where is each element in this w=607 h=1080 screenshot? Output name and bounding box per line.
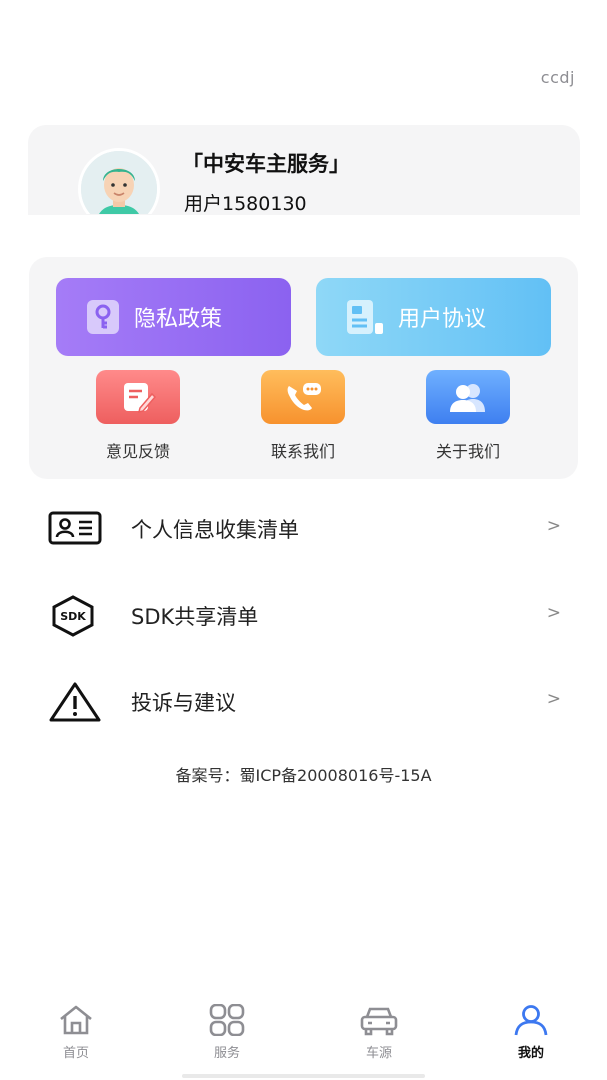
avatar[interactable] xyxy=(78,148,160,214)
sdk-icon: SDK xyxy=(48,595,98,641)
contact-us-item[interactable]: 联系我们 xyxy=(243,370,363,462)
icp-record: 备案号：蜀ICP备20008016号-15A xyxy=(175,766,432,785)
users-icon xyxy=(426,370,510,424)
user-icon xyxy=(512,1005,550,1040)
grid-icon xyxy=(208,1003,246,1040)
phone-chat-icon xyxy=(261,370,345,424)
user-agreement-label: 用户协议 xyxy=(398,307,487,332)
feedback-label: 意见反馈 xyxy=(105,442,170,461)
tab-label: 车源 xyxy=(365,1046,392,1061)
privacy-policy-button[interactable]: 隐私政策 xyxy=(56,278,291,356)
chevron-right-icon: > xyxy=(546,603,561,623)
tab-cars[interactable]: 车源 xyxy=(319,1004,439,1061)
tab-label: 首页 xyxy=(62,1046,89,1061)
key-icon xyxy=(86,299,120,335)
top-right-label: ccdj xyxy=(540,68,575,87)
tab-home[interactable]: 首页 xyxy=(16,1004,136,1061)
menu-item-label: 投诉与建议 xyxy=(131,691,236,715)
sdk-icon-text: SDK xyxy=(60,610,86,623)
app-name: 「中安车主服务」 xyxy=(182,152,350,176)
tab-label: 服务 xyxy=(213,1046,240,1061)
feedback-item[interactable]: 意见反馈 xyxy=(78,370,198,462)
menu-item-sdk-list[interactable]: SDK SDK共享清单 > xyxy=(0,585,607,645)
car-icon xyxy=(359,1007,399,1040)
tab-label: 我的 xyxy=(517,1046,544,1061)
user-name: 用户1580130 xyxy=(184,193,307,215)
id-card-icon xyxy=(48,508,102,552)
tab-mine[interactable]: 我的 xyxy=(471,1004,591,1061)
menu-item-label: SDK共享清单 xyxy=(131,605,259,629)
chevron-right-icon: > xyxy=(546,689,561,709)
home-icon xyxy=(57,1005,95,1040)
document-icon xyxy=(346,299,384,335)
user-agreement-button[interactable]: 用户协议 xyxy=(316,278,551,356)
contact-us-label: 联系我们 xyxy=(270,442,335,461)
menu-item-complaint[interactable]: 投诉与建议 > xyxy=(0,671,607,731)
privacy-policy-label: 隐私政策 xyxy=(134,307,223,332)
about-us-label: 关于我们 xyxy=(435,442,500,461)
chevron-right-icon: > xyxy=(546,516,561,536)
tab-services[interactable]: 服务 xyxy=(167,1003,287,1061)
warning-icon xyxy=(48,681,102,727)
about-us-item[interactable]: 关于我们 xyxy=(408,370,528,462)
edit-icon xyxy=(96,370,180,424)
home-indicator xyxy=(182,1074,425,1078)
menu-item-personal-info[interactable]: 个人信息收集清单 > xyxy=(0,498,607,558)
menu-item-label: 个人信息收集清单 xyxy=(131,518,299,542)
